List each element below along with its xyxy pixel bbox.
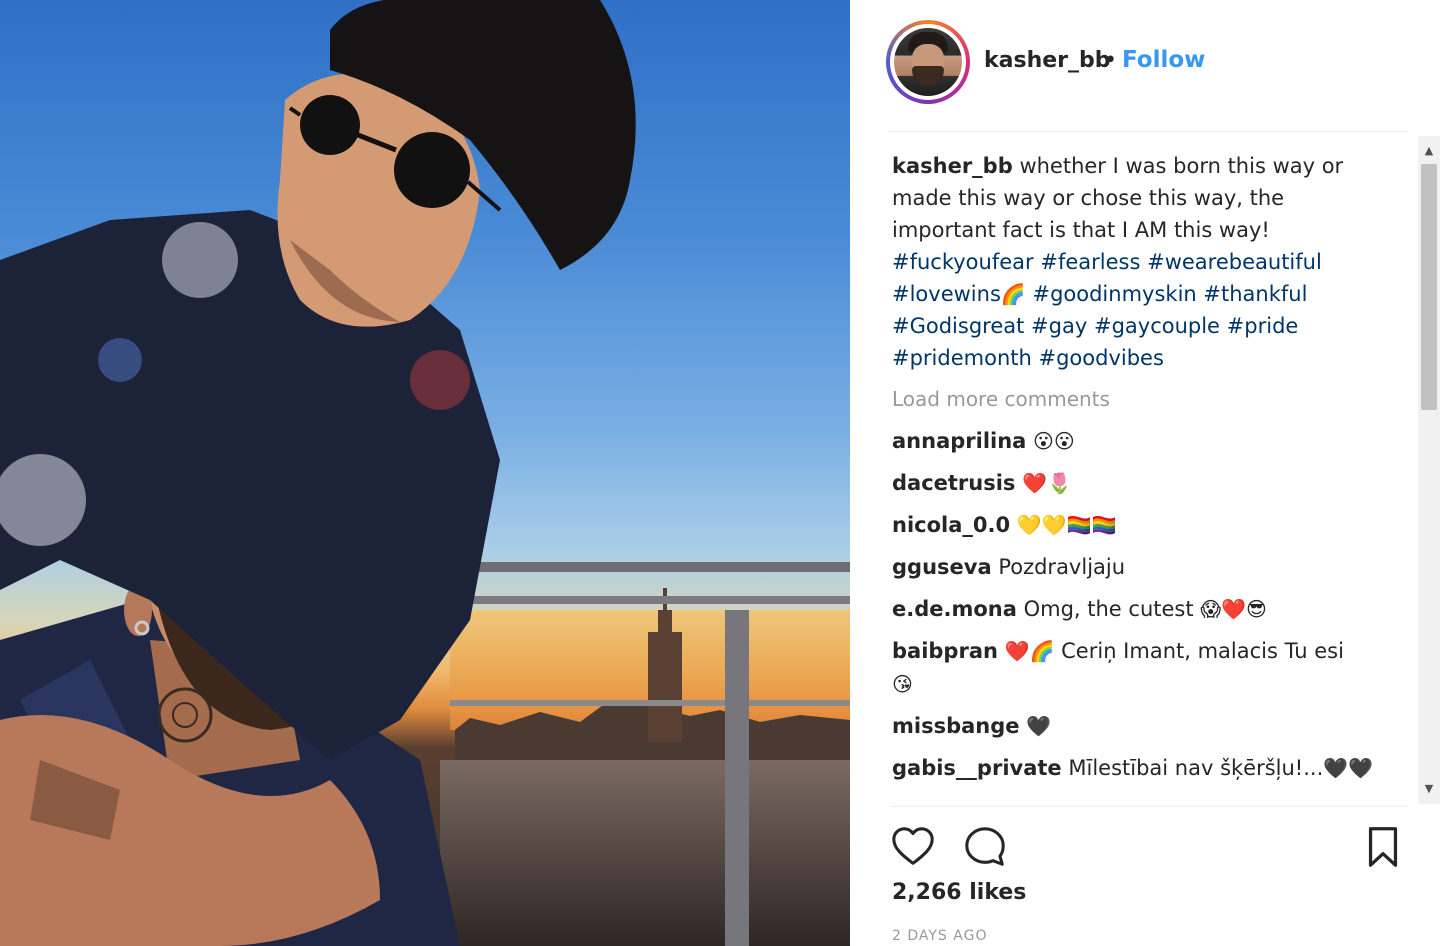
comment-item: baibpran ❤️🌈 Ceriņ Imant, malacis Tu esi…: [892, 635, 1378, 701]
hashtag[interactable]: #fearless: [1040, 250, 1140, 274]
scroll-up-arrow-icon[interactable]: ▲: [1418, 140, 1440, 162]
hashtag[interactable]: #goodvibes: [1039, 346, 1164, 370]
comment-item: nicola_0.0 💛💛🏳️‍🌈🏳️‍🌈: [892, 509, 1378, 542]
comment-username[interactable]: gguseva: [892, 555, 992, 579]
avatar-image: [894, 28, 962, 96]
hashtag[interactable]: #pridemonth: [892, 346, 1032, 370]
comment-text: Pozdravljaju: [998, 555, 1126, 579]
comment-emoji: ❤️🌷: [1022, 471, 1072, 495]
comment-emoji: 😘: [892, 672, 913, 696]
hashtag[interactable]: #wearebeautiful: [1147, 250, 1322, 274]
follow-button[interactable]: Follow: [1122, 47, 1205, 73]
comments-scrollbar[interactable]: ▲ ▼: [1418, 136, 1440, 804]
comment-username[interactable]: gabis__private: [892, 756, 1062, 780]
rainbow-emoji: 🌈: [1000, 282, 1026, 306]
comment-username[interactable]: nicola_0.0: [892, 513, 1010, 537]
comment-text: Ceriņ Imant, malacis Tu esi: [1061, 639, 1344, 663]
comment-text: Omg, the cutest: [1023, 597, 1194, 621]
comment-item: gguseva Pozdravljaju: [892, 551, 1378, 584]
likes-count[interactable]: 2,266 likes: [892, 880, 1026, 905]
heart-icon[interactable]: [890, 824, 940, 874]
comment-username[interactable]: dacetrusis: [892, 471, 1015, 495]
comment-username[interactable]: e.de.mona: [892, 597, 1017, 621]
hashtag[interactable]: #fuckyoufear: [892, 250, 1034, 274]
comment-username[interactable]: baibpran: [892, 639, 998, 663]
comment-emoji: 🖤🖤: [1323, 756, 1374, 780]
post-header: kasher_bb • Follow: [850, 0, 1442, 130]
post-side-panel: kasher_bb • Follow kasher_bb whether I w…: [850, 0, 1442, 946]
header-username[interactable]: kasher_bb: [984, 48, 1111, 73]
comment-item: e.de.mona Omg, the cutest 😱❤️😎: [892, 593, 1378, 626]
comment-username[interactable]: annaprilina: [892, 429, 1026, 453]
post-photo[interactable]: [0, 0, 850, 946]
scroll-down-arrow-icon[interactable]: ▼: [1418, 778, 1440, 800]
comment-emoji: 😮😮: [1033, 429, 1075, 453]
comment-item: annaprilina 😮😮: [892, 425, 1378, 458]
bookmark-icon[interactable]: [1360, 824, 1410, 874]
comment-emoji: 😱❤️😎: [1200, 597, 1267, 621]
comment-emoji: 🖤: [1026, 714, 1052, 738]
comment-item: missbange 🖤: [892, 710, 1378, 743]
hashtag[interactable]: #Godisgreat: [892, 314, 1024, 338]
comment-item: gabis__private Mīlestībai nav šķēršļu!..…: [892, 752, 1378, 785]
comments-list[interactable]: kasher_bb whether I was born this way or…: [892, 150, 1412, 804]
load-more-comments-button[interactable]: Load more comments: [892, 382, 1412, 416]
post-caption: kasher_bb whether I was born this way or…: [892, 150, 1360, 374]
header-separator: •: [1104, 48, 1117, 73]
photo-illustration: [0, 0, 850, 946]
actions-divider: [890, 806, 1408, 807]
hashtag[interactable]: #gaycouple: [1094, 314, 1220, 338]
comment-emoji: ❤️🌈: [1004, 639, 1055, 663]
header-divider: [890, 131, 1408, 132]
comment-text: Mīlestībai nav šķēršļu!...: [1068, 756, 1324, 780]
avatar[interactable]: [886, 20, 970, 104]
hashtag[interactable]: #thankful: [1203, 282, 1307, 306]
hashtag[interactable]: #pride: [1227, 314, 1299, 338]
scrollbar-thumb[interactable]: [1421, 164, 1437, 410]
avatar-frame: [890, 24, 966, 100]
comment-emoji: 💛💛🏳️‍🌈🏳️‍🌈: [1016, 513, 1117, 537]
caption-username[interactable]: kasher_bb: [892, 154, 1013, 178]
post-actions: [890, 820, 1410, 876]
post-timestamp[interactable]: 2 DAYS AGO: [892, 928, 987, 944]
hashtag[interactable]: #gay: [1031, 314, 1087, 338]
hashtag[interactable]: #lovewins: [892, 282, 1001, 306]
comment-bubble-icon[interactable]: [962, 824, 1012, 874]
hashtag[interactable]: #goodinmyskin: [1032, 282, 1196, 306]
comment-username[interactable]: missbange: [892, 714, 1020, 738]
comment-item: dacetrusis ❤️🌷: [892, 467, 1378, 500]
